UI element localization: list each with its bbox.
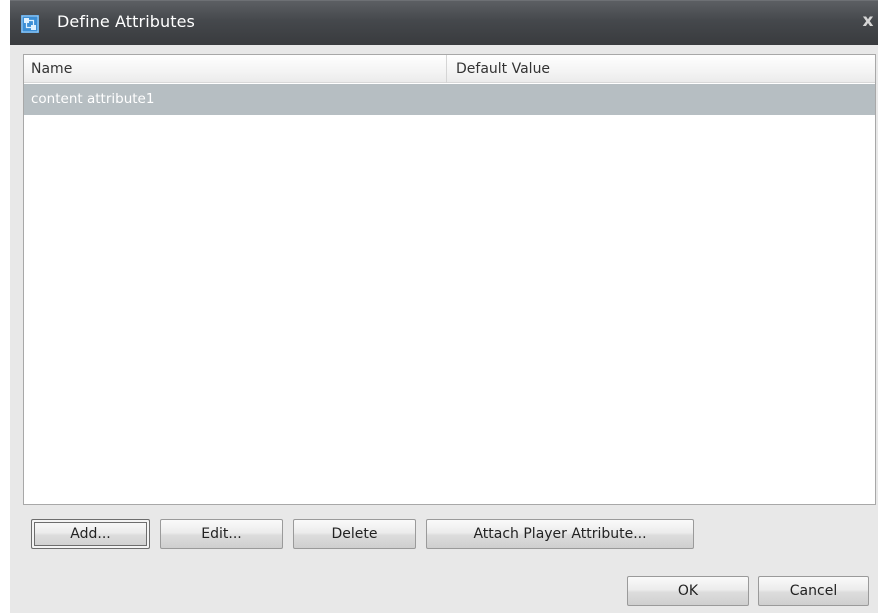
table-row[interactable]: content attribute1 — [24, 84, 875, 115]
cancel-button-label: Cancel — [789, 583, 838, 599]
add-button-label: Add... — [70, 526, 111, 542]
window-title: Define Attributes — [57, 12, 195, 31]
ok-button[interactable]: OK — [627, 576, 749, 606]
attach-player-attribute-button[interactable]: Attach Player Attribute... — [426, 519, 694, 549]
delete-button-label: Delete — [331, 526, 378, 542]
cell-name: content attribute1 — [31, 91, 155, 107]
dialog-body: Name Default Value content attribute1 Ad… — [10, 45, 878, 613]
title-bar[interactable]: Define Attributes x — [10, 0, 878, 45]
edit-button-label: Edit... — [201, 526, 242, 542]
cancel-button[interactable]: Cancel — [758, 576, 869, 606]
delete-button[interactable]: Delete — [293, 519, 416, 549]
ok-button-label: OK — [677, 583, 699, 599]
close-icon[interactable]: x — [860, 9, 876, 33]
attributes-list[interactable]: Name Default Value content attribute1 — [23, 54, 876, 505]
list-header: Name Default Value — [24, 55, 875, 83]
column-header-default-value[interactable]: Default Value — [447, 55, 875, 83]
attach-button-label: Attach Player Attribute... — [473, 526, 647, 542]
add-button[interactable]: Add... — [31, 519, 150, 549]
column-header-name[interactable]: Name — [24, 55, 447, 83]
edit-button[interactable]: Edit... — [160, 519, 283, 549]
attributes-icon — [21, 15, 39, 33]
